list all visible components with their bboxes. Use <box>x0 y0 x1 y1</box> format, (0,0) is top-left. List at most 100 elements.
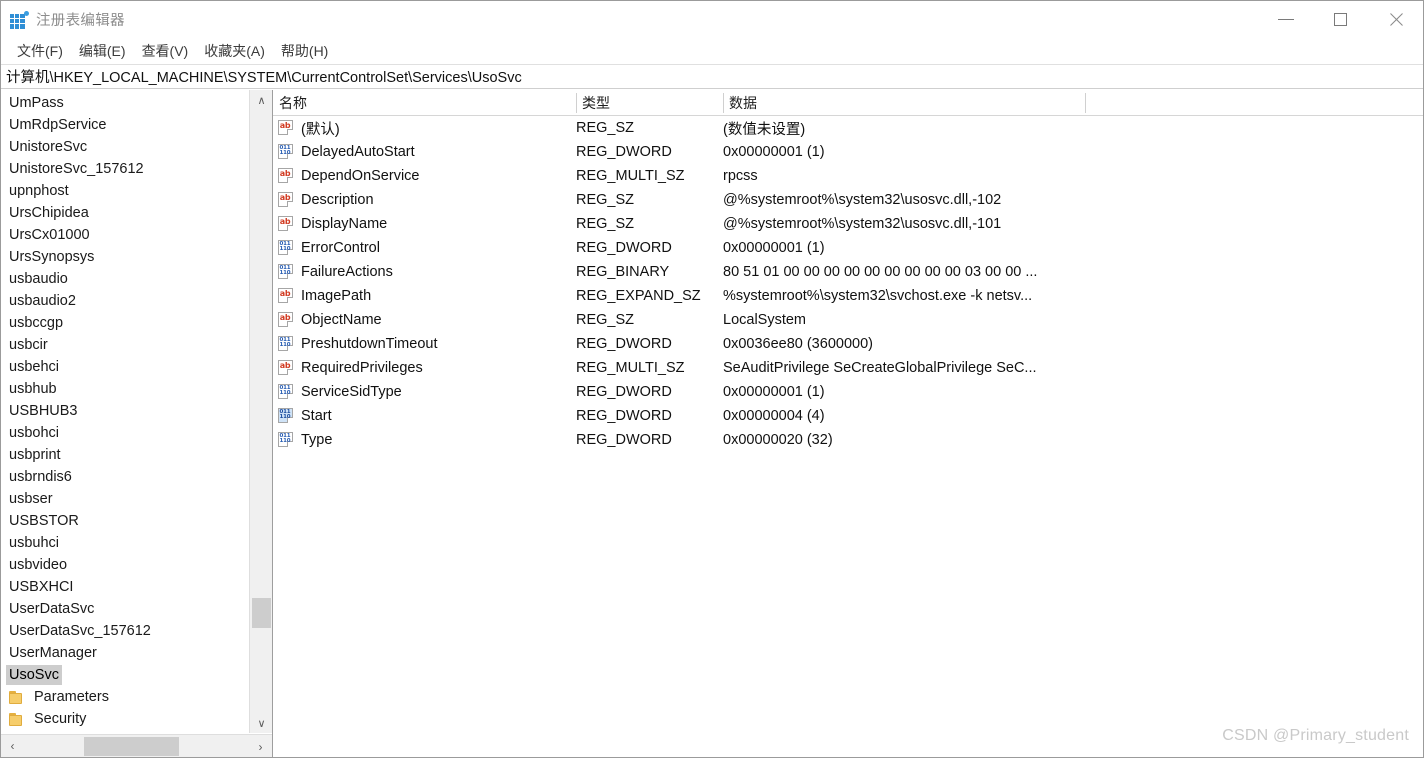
tree-item-usbrndis6[interactable]: usbrndis6 <box>1 466 249 488</box>
menu-item-2[interactable]: 编辑(E) <box>71 39 134 64</box>
tree-item-usbaudio[interactable]: usbaudio <box>1 268 249 290</box>
tree-item-usbcir[interactable]: usbcir <box>1 334 249 356</box>
tree-item-usermanager[interactable]: UserManager <box>1 642 249 664</box>
value-type-cell: REG_EXPAND_SZ <box>576 288 701 304</box>
value-row[interactable]: 011 110 Type REG_DWORD 0x00000020 (32) <box>273 428 1423 452</box>
tree-item-label: usbrndis6 <box>9 469 72 485</box>
address-bar[interactable]: 计算机\HKEY_LOCAL_MACHINE\SYSTEM\CurrentCon… <box>1 64 1423 89</box>
value-name-cell: ab (默认) <box>273 118 576 139</box>
value-type-cell: REG_DWORD <box>576 336 672 352</box>
tree-hscroll-thumb[interactable] <box>84 737 179 756</box>
value-name-cell: 011 110 PreshutdownTimeout <box>273 336 576 352</box>
chevron-right-icon[interactable]: › <box>249 735 272 757</box>
value-row[interactable]: ab DisplayName REG_SZ @%systemroot%\system3… <box>273 212 1423 236</box>
tree-item-label: UserDataSvc <box>9 601 95 617</box>
tree-vscroll-thumb[interactable] <box>252 598 271 628</box>
tree-item-label: usbvideo <box>9 557 68 573</box>
value-name-cell: 011 110 Type <box>273 432 576 448</box>
minimize-button[interactable] <box>1258 1 1313 38</box>
tree-item-usbser[interactable]: usbser <box>1 488 249 510</box>
value-data-cell: SeAuditPrivilege SeCreateGlobalPrivilege… <box>723 360 1037 376</box>
tree-item-usbehci[interactable]: usbehci <box>1 356 249 378</box>
column-divider-3[interactable] <box>1085 93 1086 113</box>
tree-item-userdatasvc-157612[interactable]: UserDataSvc_157612 <box>1 620 249 642</box>
value-name-label: FailureActions <box>301 264 393 280</box>
value-row[interactable]: ab ImagePath REG_EXPAND_SZ %systemroot%\sys… <box>273 284 1423 308</box>
tree-item-label: usbaudio <box>9 271 68 287</box>
tree-item-usbohci[interactable]: usbohci <box>1 422 249 444</box>
tree-item-usbuhci[interactable]: usbuhci <box>1 532 249 554</box>
tree-item-usbhub3[interactable]: USBHUB3 <box>1 400 249 422</box>
menu-item-1[interactable]: 文件(F) <box>9 39 71 64</box>
value-name-label: ObjectName <box>301 312 382 328</box>
value-row[interactable]: 011 110 ErrorControl REG_DWORD 0x00000001 (1… <box>273 236 1423 260</box>
tree-item-unistoresvc[interactable]: UnistoreSvc <box>1 136 249 158</box>
tree-item-usbxhci[interactable]: USBXHCI <box>1 576 249 598</box>
menu-bar: 文件(F) 编辑(E) 查看(V) 收藏夹(A) 帮助(H) <box>1 39 1423 64</box>
value-name-label: Start <box>301 408 332 424</box>
value-name-label: ErrorControl <box>301 240 380 256</box>
column-divider-1[interactable] <box>576 93 577 113</box>
column-header-2[interactable]: 类型 <box>576 90 610 116</box>
value-row[interactable]: ab RequiredPrivileges REG_MULTI_SZ SeAuditP… <box>273 356 1423 380</box>
menu-item-3[interactable]: 查看(V) <box>134 39 197 64</box>
tree-vertical-scrollbar[interactable]: ∧ ∨ <box>249 90 272 733</box>
chevron-down-icon[interactable]: ∨ <box>250 713 273 733</box>
value-row[interactable]: ab ObjectName REG_SZ LocalSystem <box>273 308 1423 332</box>
tree-item-umrdpservice[interactable]: UmRdpService <box>1 114 249 136</box>
maximize-button[interactable] <box>1313 1 1368 38</box>
tree-item-usbccgp[interactable]: usbccgp <box>1 312 249 334</box>
tree-item-urssynopsys[interactable]: UrsSynopsys <box>1 246 249 268</box>
value-list-rows[interactable]: ab (默认) REG_SZ (数值未设置) 011 110 DelayedAutoStar… <box>273 116 1423 452</box>
close-button[interactable] <box>1368 1 1423 38</box>
tree-item-unistoresvc-157612[interactable]: UnistoreSvc_157612 <box>1 158 249 180</box>
chevron-up-icon[interactable]: ∧ <box>250 90 273 110</box>
value-data-cell: (数值未设置) <box>723 121 806 138</box>
tree-item-label: USBHUB3 <box>9 403 78 419</box>
tree-item-userdatasvc[interactable]: UserDataSvc <box>1 598 249 620</box>
value-row[interactable]: 011 110 Start REG_DWORD 0x00000004 (4) <box>273 404 1423 428</box>
tree-item-security[interactable]: Security <box>1 708 249 727</box>
tree-item-usosvc[interactable]: UsoSvc <box>1 664 249 686</box>
tree-item-usbprint[interactable]: usbprint <box>1 444 249 466</box>
value-data-cell: 0x00000001 (1) <box>723 144 825 160</box>
registry-path-text: 计算机\HKEY_LOCAL_MACHINE\SYSTEM\CurrentCon… <box>6 70 522 86</box>
folder-icon <box>9 712 23 726</box>
value-data-cell: LocalSystem <box>723 312 807 328</box>
tree-item-label: upnphost <box>9 183 69 199</box>
tree-item-umpass[interactable]: UmPass <box>1 92 249 114</box>
tree-item-usbstor[interactable]: USBSTOR <box>1 510 249 532</box>
binary-value-icon: 011 110 <box>278 408 294 424</box>
folder-icon <box>9 690 23 704</box>
value-name-cell: ab RequiredPrivileges <box>273 360 576 376</box>
column-header-3[interactable]: 数据 <box>723 90 757 116</box>
tree-item-usbvideo[interactable]: usbvideo <box>1 554 249 576</box>
value-list-header: 名称 类型 数据 <box>273 90 1423 116</box>
tree-item-usbhub[interactable]: usbhub <box>1 378 249 400</box>
menu-item-4[interactable]: 收藏夹(A) <box>196 39 273 64</box>
value-name-cell: 011 110 ErrorControl <box>273 240 576 256</box>
menu-item-5[interactable]: 帮助(H) <box>273 39 336 64</box>
tree-item-upnphost[interactable]: upnphost <box>1 180 249 202</box>
tree-item-urschipidea[interactable]: UrsChipidea <box>1 202 249 224</box>
value-row[interactable]: 011 110 FailureActions REG_BINARY 80 51 01 0… <box>273 260 1423 284</box>
tree-item-usbaudio2[interactable]: usbaudio2 <box>1 290 249 312</box>
tree-item-urscx01000[interactable]: UrsCx01000 <box>1 224 249 246</box>
value-name-cell: 011 110 DelayedAutoStart <box>273 144 576 160</box>
tree-item-label: usbehci <box>9 359 59 375</box>
value-row[interactable]: 011 110 ServiceSidType REG_DWORD 0x00000001 … <box>273 380 1423 404</box>
registry-grid-icon <box>10 10 29 29</box>
tree-horizontal-scrollbar[interactable]: ‹ › <box>1 734 272 757</box>
chevron-left-icon[interactable]: ‹ <box>1 735 24 758</box>
value-row[interactable]: ab (默认) REG_SZ (数值未设置) <box>273 116 1423 140</box>
value-row[interactable]: 011 110 PreshutdownTimeout REG_DWORD 0x0036e… <box>273 332 1423 356</box>
value-row[interactable]: ab Description REG_SZ @%systemroot%\system3… <box>273 188 1423 212</box>
registry-tree-pane: UmPass UmRdpService UnistoreSvc UnistoreSvc… <box>1 90 273 757</box>
value-row[interactable]: ab DependOnService REG_MULTI_SZ rpcss <box>273 164 1423 188</box>
value-row[interactable]: 011 110 DelayedAutoStart REG_DWORD 0x0000000… <box>273 140 1423 164</box>
tree-item-parameters[interactable]: Parameters <box>1 686 249 708</box>
column-divider-2[interactable] <box>723 93 724 113</box>
string-value-icon: ab <box>278 288 294 304</box>
column-header-1[interactable]: 名称 <box>273 90 307 116</box>
registry-tree-list[interactable]: UmPass UmRdpService UnistoreSvc UnistoreSvc… <box>1 92 249 727</box>
